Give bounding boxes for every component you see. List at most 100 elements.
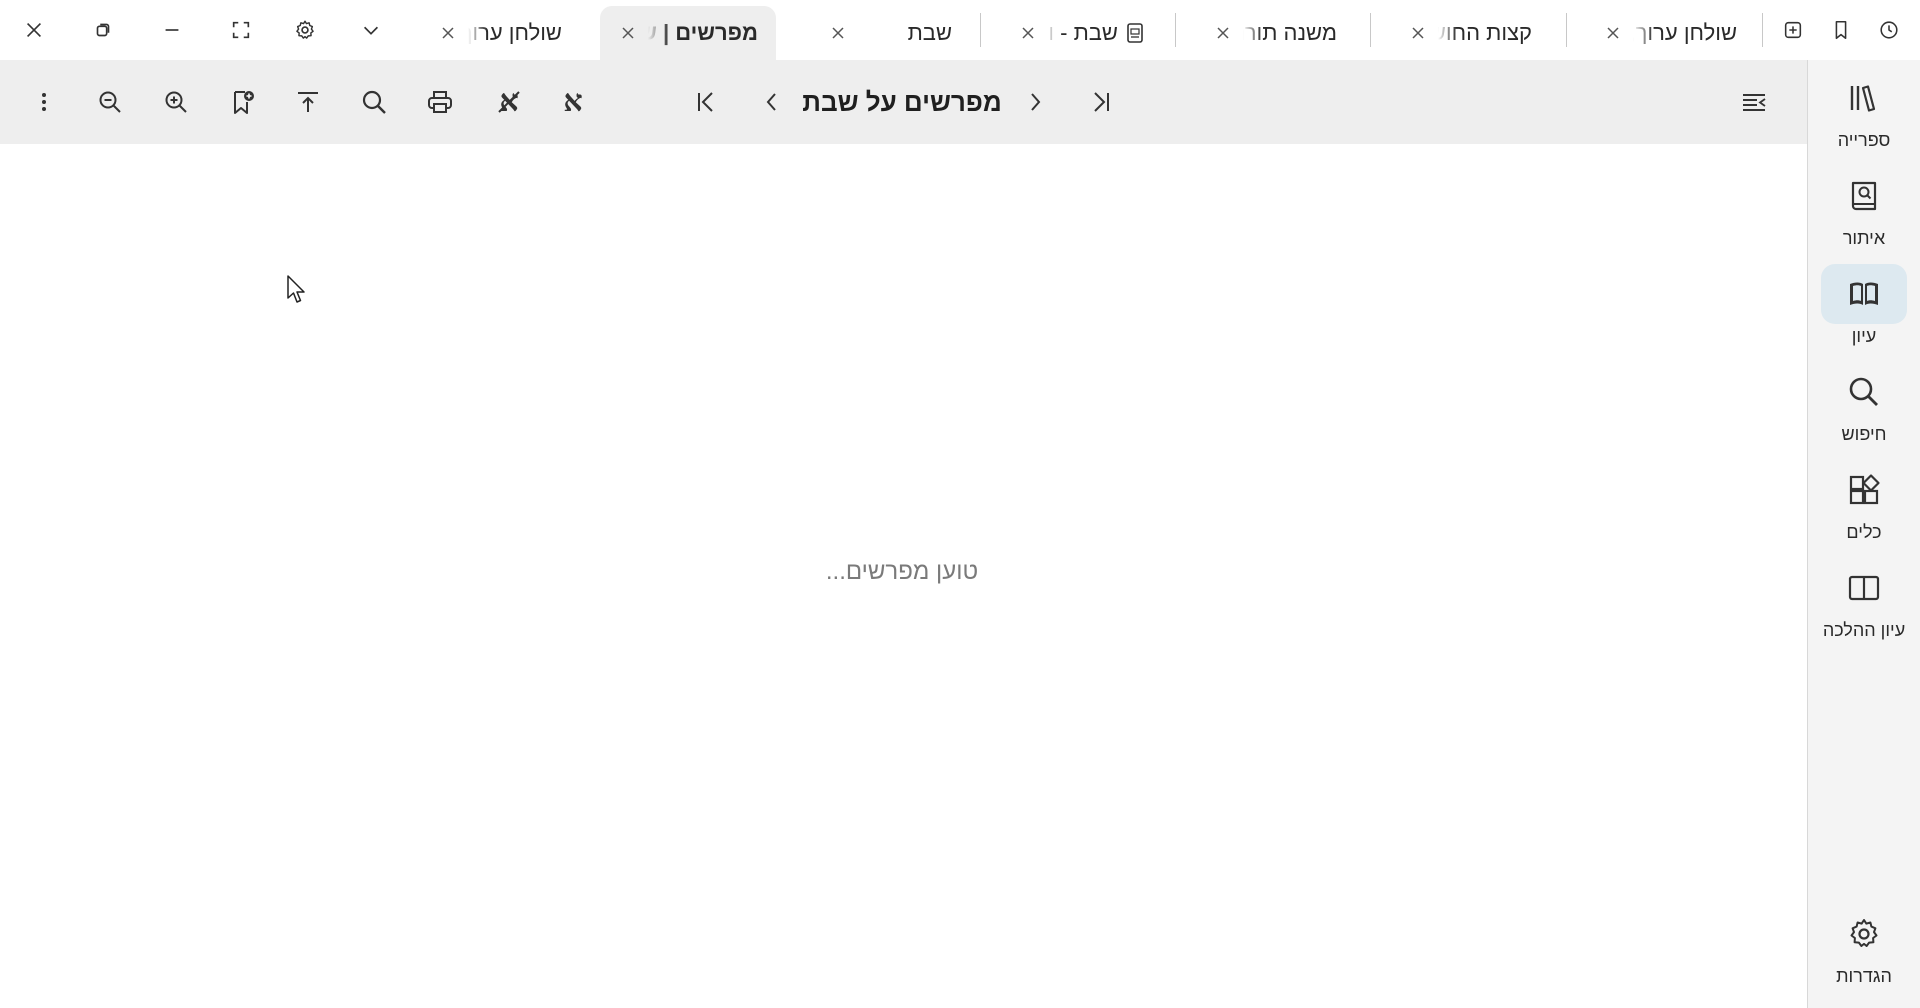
- zoom-in-icon: [165, 91, 187, 113]
- tab-close-button[interactable]: [618, 23, 638, 43]
- close-icon: [832, 27, 844, 39]
- next-section-button[interactable]: [1013, 80, 1057, 124]
- gear-icon: [1850, 919, 1878, 947]
- tab-close-button[interactable]: [1408, 23, 1428, 43]
- print-icon: [428, 91, 452, 113]
- search-icon: [1849, 377, 1878, 406]
- close-window-button[interactable]: [16, 12, 52, 48]
- zoom-in-button[interactable]: [154, 80, 198, 124]
- nav-icon-wrap: [1821, 904, 1907, 964]
- next-icon: [1031, 93, 1041, 111]
- nav-label: עיון ההלכה: [1822, 620, 1906, 640]
- tab-close-button[interactable]: [1213, 23, 1233, 43]
- last-page-icon: [1094, 92, 1109, 112]
- tab-title: שולחן ערוך, א: [1633, 20, 1737, 45]
- find-book-icon: [1851, 181, 1877, 211]
- toc-icon: [1743, 94, 1766, 111]
- search-in-book-button[interactable]: [352, 80, 396, 124]
- nav-find-book[interactable]: איתור: [1808, 166, 1920, 249]
- tab-separator: [1762, 13, 1763, 47]
- tab-close-button[interactable]: [438, 23, 458, 43]
- book-title: מפרשים על שבת: [802, 87, 1002, 117]
- print-button[interactable]: [418, 80, 462, 124]
- nav-label: עיון: [1851, 326, 1877, 346]
- first-page-icon: [698, 92, 713, 112]
- nikud-icon: א: [563, 84, 583, 119]
- tab-meforshim[interactable]: מפרשים | ש: [600, 6, 776, 60]
- nav-icon-wrap: [1821, 362, 1907, 422]
- tab-shabbat[interactable]: שבת: [810, 6, 970, 60]
- tab-shabbat-pdf[interactable]: שבת - וג: [1000, 6, 1162, 60]
- tab-close-button[interactable]: [828, 23, 848, 43]
- tab-separator: [980, 13, 981, 47]
- zoom-out-button[interactable]: [88, 80, 132, 124]
- nav-icon-wrap: [1821, 558, 1907, 618]
- tab-shulchan-aruch-2[interactable]: שולחן ערוך,: [420, 6, 580, 60]
- split-view-icon: [1848, 575, 1880, 601]
- tab-mishneh-torah[interactable]: משנה תורה,: [1195, 6, 1355, 60]
- close-icon: [1607, 27, 1619, 39]
- history-icon: [1880, 21, 1898, 39]
- restore-window-button[interactable]: [85, 12, 121, 48]
- fullscreen-icon: [232, 21, 250, 39]
- toggle-nikud-button[interactable]: א: [551, 80, 595, 124]
- nav-halacha-study[interactable]: עיון ההלכה: [1808, 558, 1920, 641]
- library-icon: [1850, 85, 1876, 112]
- last-section-button[interactable]: [1079, 80, 1123, 124]
- nav-icon-wrap: [1821, 460, 1907, 520]
- new-tab-icon: [1784, 21, 1802, 39]
- nav-icon-wrap: [1821, 68, 1907, 128]
- tab-title: מפרשים | ש: [648, 20, 758, 45]
- new-tab-button[interactable]: [1775, 12, 1811, 48]
- tab-title: קצות החושן: [1438, 20, 1532, 45]
- open-book-icon: [1850, 282, 1878, 305]
- toggle-nikud-off-button[interactable]: א: [487, 80, 531, 124]
- bookmark-icon: [1835, 20, 1847, 40]
- mouse-pointer-icon: [287, 275, 305, 303]
- scroll-to-top-button[interactable]: [286, 80, 330, 124]
- tab-shulchan-aruch-1[interactable]: שולחן ערוך, א: [1585, 6, 1755, 60]
- fullscreen-button[interactable]: [223, 12, 259, 48]
- tab-title: שבת - וג: [1048, 20, 1118, 45]
- nav-label: איתור: [1842, 228, 1886, 248]
- tab-close-button[interactable]: [1018, 23, 1038, 43]
- close-icon: [26, 22, 42, 38]
- toc-button[interactable]: [1732, 80, 1776, 124]
- close-icon: [1022, 27, 1034, 39]
- first-section-button[interactable]: [684, 80, 728, 124]
- more-options-button[interactable]: [22, 80, 66, 124]
- zoom-out-icon: [99, 91, 121, 113]
- nav-label: חיפוש: [1841, 424, 1887, 444]
- bookmarks-button[interactable]: [1823, 12, 1859, 48]
- settings-button[interactable]: [287, 12, 323, 48]
- add-bookmark-icon: [234, 91, 254, 114]
- nav-reading[interactable]: עיון: [1808, 264, 1920, 347]
- close-icon: [622, 27, 634, 39]
- commentary-content-area[interactable]: טוען מפרשים...: [0, 144, 1807, 1008]
- tab-separator: [1370, 13, 1371, 47]
- nav-library[interactable]: ספרייה: [1808, 68, 1920, 151]
- tabs-menu-button[interactable]: [353, 12, 389, 48]
- strike-icon: [498, 91, 520, 113]
- tab-close-button[interactable]: [1603, 23, 1623, 43]
- nav-icon-wrap: [1821, 264, 1907, 324]
- nav-icon-wrap: [1821, 166, 1907, 226]
- nav-label: כלים: [1846, 522, 1882, 542]
- nav-settings[interactable]: הגדרות: [1808, 904, 1920, 987]
- add-bookmark-button[interactable]: [221, 80, 265, 124]
- gear-icon: [296, 20, 314, 39]
- nav-search[interactable]: חיפוש: [1808, 362, 1920, 445]
- nav-label: הגדרות: [1836, 966, 1892, 986]
- tab-ketzot-hachoshen[interactable]: קצות החושן: [1390, 6, 1550, 60]
- close-icon: [1412, 27, 1424, 39]
- loading-message: טוען מפרשים...: [825, 558, 979, 585]
- minimize-icon: [165, 29, 179, 31]
- nav-tools[interactable]: כלים: [1808, 460, 1920, 543]
- minimize-window-button[interactable]: [154, 12, 190, 48]
- scroll-to-top-icon: [298, 92, 318, 112]
- tools-icon: [1849, 474, 1880, 505]
- tab-title: שבת: [907, 20, 952, 45]
- history-button[interactable]: [1871, 12, 1907, 48]
- tab-separator: [1566, 13, 1567, 47]
- search-icon: [362, 90, 386, 114]
